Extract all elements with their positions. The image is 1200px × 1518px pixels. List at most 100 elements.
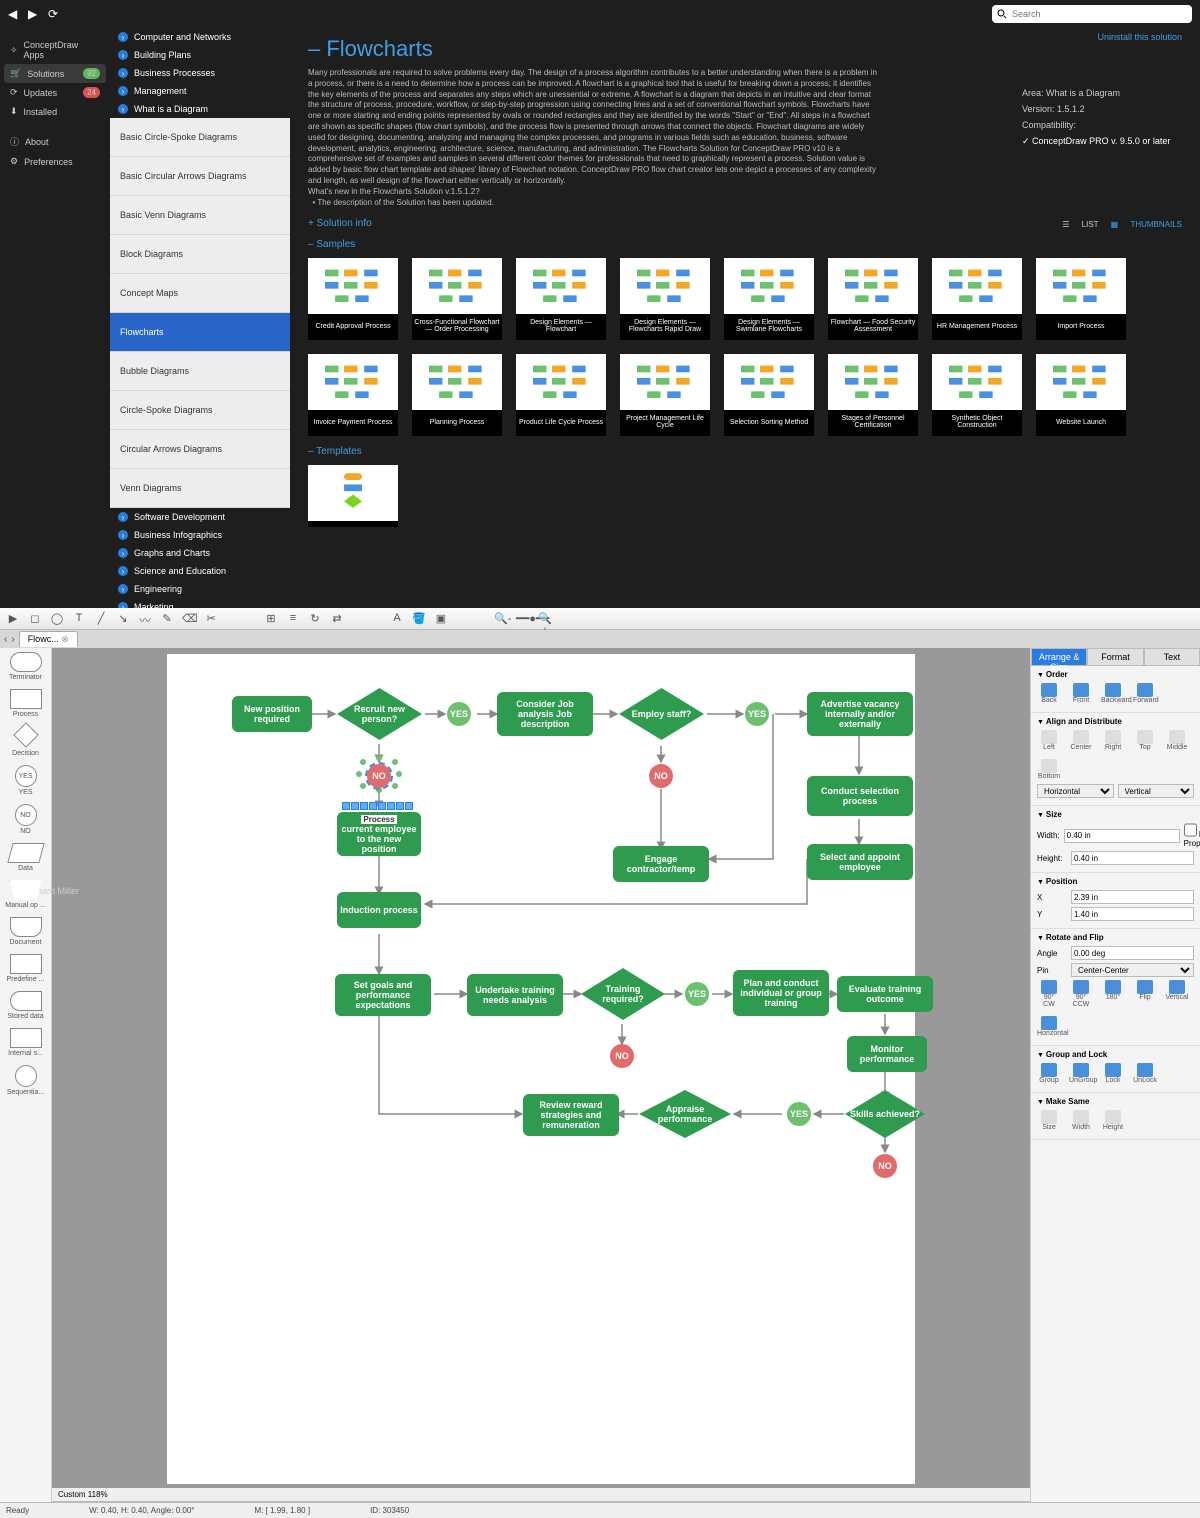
oval-tool-icon[interactable]: ◯: [50, 612, 64, 626]
section-title[interactable]: Order: [1037, 670, 1194, 679]
shape-tool-icon[interactable]: ◻: [28, 612, 42, 626]
property-icon-button[interactable]: Flip: [1133, 980, 1157, 1008]
reload-icon[interactable]: ⟳: [48, 7, 58, 21]
flowchart-decision[interactable]: Employ staff?: [619, 688, 704, 740]
menu-prefs[interactable]: ⚙Preferences: [4, 152, 106, 171]
curve-tool-icon[interactable]: 〰: [138, 612, 152, 626]
document-tab[interactable]: Flowc... ⊗: [19, 631, 78, 647]
width-input[interactable]: [1064, 829, 1180, 843]
section-title[interactable]: Make Same: [1037, 1097, 1194, 1106]
property-icon-button[interactable]: UnLock: [1133, 1063, 1157, 1084]
sample-thumb[interactable]: Design Elements — Flowchart: [516, 258, 606, 340]
property-icon-button[interactable]: Bottom: [1037, 759, 1061, 780]
tab-prev-icon[interactable]: ‹: [4, 634, 7, 645]
sample-thumb[interactable]: Flowchart — Food Security Assessment: [828, 258, 918, 340]
property-icon-button[interactable]: Left: [1037, 730, 1061, 751]
sample-thumb[interactable]: Design Elements — Swimlane Flowcharts: [724, 258, 814, 340]
subcategory-item[interactable]: Basic Venn Diagrams: [110, 196, 290, 235]
sample-thumb[interactable]: Stages of Personnel Certification: [828, 354, 918, 436]
flowchart-process[interactable]: Induction process: [337, 892, 421, 928]
flowchart-yes[interactable]: YES: [685, 982, 709, 1006]
zoom-out-icon[interactable]: 🔍-: [494, 612, 508, 626]
flowchart-process[interactable]: Select and appoint employee: [807, 844, 913, 880]
category-item[interactable]: ›Building Plans: [110, 46, 290, 64]
zoom-slider[interactable]: ━━●━━: [516, 612, 530, 626]
height-input[interactable]: [1071, 851, 1194, 865]
flowchart-process[interactable]: Engage contractor/temp: [613, 846, 709, 882]
tab-arrange[interactable]: Arrange & Size: [1031, 648, 1087, 666]
subcategory-item[interactable]: Block Diagrams: [110, 235, 290, 274]
section-title[interactable]: Group and Lock: [1037, 1050, 1194, 1059]
back-icon[interactable]: ◀: [8, 7, 17, 21]
property-icon-button[interactable]: Back: [1037, 683, 1061, 704]
uninstall-link[interactable]: Uninstall this solution: [1097, 32, 1182, 42]
canvas[interactable]: New position required Recruit new person…: [52, 648, 1030, 1488]
category-item[interactable]: ›Graphs and Charts: [110, 544, 290, 562]
menu-about[interactable]: ⓘAbout: [4, 131, 106, 152]
connector-tool-icon[interactable]: ↘: [116, 612, 130, 626]
shape-palette-item[interactable]: Internal s...: [2, 1028, 49, 1057]
shadow-tool-icon[interactable]: ▣: [434, 612, 448, 626]
shape-palette-item[interactable]: Sequentia...: [2, 1065, 49, 1096]
thumb-view-button[interactable]: ▦ THUMBNAILS: [1111, 220, 1182, 229]
flowchart-yes[interactable]: YES: [745, 702, 769, 726]
sample-thumb[interactable]: Product Life Cycle Process: [516, 354, 606, 436]
sample-thumb[interactable]: Website Launch: [1036, 354, 1126, 436]
property-icon-button[interactable]: Middle: [1165, 730, 1189, 751]
property-icon-button[interactable]: Forward: [1133, 683, 1157, 704]
flowchart-decision[interactable]: Recruit new person?: [337, 688, 422, 740]
flowchart-decision[interactable]: Skills achieved?: [845, 1090, 925, 1138]
sample-thumb[interactable]: Project Management Life Cycle: [620, 354, 710, 436]
list-view-button[interactable]: ☰ LIST: [1062, 220, 1098, 229]
sample-thumb[interactable]: Invoice Payment Process: [308, 354, 398, 436]
align-tool-icon[interactable]: ≡: [286, 612, 300, 626]
flowchart-decision[interactable]: Appraise performance: [639, 1090, 731, 1138]
solution-info-link[interactable]: + Solution info: [308, 218, 1182, 229]
property-icon-button[interactable]: Vertical: [1165, 980, 1189, 1008]
shape-palette-item[interactable]: YESYES: [2, 765, 49, 796]
flowchart-process[interactable]: New position required: [232, 696, 312, 732]
flowchart-process[interactable]: Undertake training needs analysis: [467, 974, 563, 1016]
property-icon-button[interactable]: Backward: [1101, 683, 1125, 704]
x-input[interactable]: [1071, 890, 1194, 904]
category-item[interactable]: ›Science and Education: [110, 562, 290, 580]
templates-link[interactable]: – Templates: [308, 446, 1182, 457]
line-tool-icon[interactable]: ╱: [94, 612, 108, 626]
shape-palette-item[interactable]: Document: [2, 917, 49, 946]
category-item[interactable]: ›Business Infographics: [110, 526, 290, 544]
sample-thumb[interactable]: Planning Process: [412, 354, 502, 436]
eraser-tool-icon[interactable]: ⌫: [182, 612, 196, 626]
property-icon-button[interactable]: Width: [1069, 1110, 1093, 1131]
category-item[interactable]: ›Marketing: [110, 598, 290, 608]
category-item[interactable]: ›Computer and Networks: [110, 28, 290, 46]
property-icon-button[interactable]: 90° CCW: [1069, 980, 1093, 1008]
tab-next-icon[interactable]: ›: [11, 634, 14, 645]
horiz-select[interactable]: Horizontal: [1037, 784, 1114, 798]
sample-thumb[interactable]: Synthetic Object Construction: [932, 354, 1022, 436]
sample-thumb[interactable]: HR Management Process: [932, 258, 1022, 340]
subcategory-item[interactable]: Circle-Spoke Diagrams: [110, 391, 290, 430]
flowchart-process[interactable]: Monitor performance: [847, 1036, 927, 1072]
flowchart-process[interactable]: Processcurrent employee to the new posit…: [337, 812, 421, 856]
lock-proportions-checkbox[interactable]: [1184, 823, 1197, 837]
section-title[interactable]: Position: [1037, 877, 1194, 886]
shape-palette-item[interactable]: Stored data: [2, 991, 49, 1020]
property-icon-button[interactable]: Horizontal: [1037, 1016, 1061, 1037]
menu-installed[interactable]: ⬇Installed: [4, 102, 106, 121]
property-icon-button[interactable]: Top: [1133, 730, 1157, 751]
font-tool-icon[interactable]: A: [390, 612, 404, 626]
property-icon-button[interactable]: Lock: [1101, 1063, 1125, 1084]
vert-select[interactable]: Vertical: [1118, 784, 1195, 798]
crop-tool-icon[interactable]: ✂: [204, 612, 218, 626]
shape-palette-item[interactable]: Process: [2, 689, 49, 718]
property-icon-button[interactable]: Right: [1101, 730, 1125, 751]
subcategory-item[interactable]: Flowcharts: [110, 313, 290, 352]
flowchart-no-selected[interactable]: NO: [367, 764, 391, 788]
property-icon-button[interactable]: 180°: [1101, 980, 1125, 1008]
category-item[interactable]: ›Software Development: [110, 508, 290, 526]
category-item[interactable]: ›Business Processes: [110, 64, 290, 82]
flowchart-decision[interactable]: Training required?: [581, 968, 665, 1020]
flowchart-process[interactable]: Conduct selection process: [807, 776, 913, 816]
samples-link[interactable]: – Samples: [308, 239, 1182, 250]
zoom-in-icon[interactable]: 🔍+: [538, 612, 552, 626]
